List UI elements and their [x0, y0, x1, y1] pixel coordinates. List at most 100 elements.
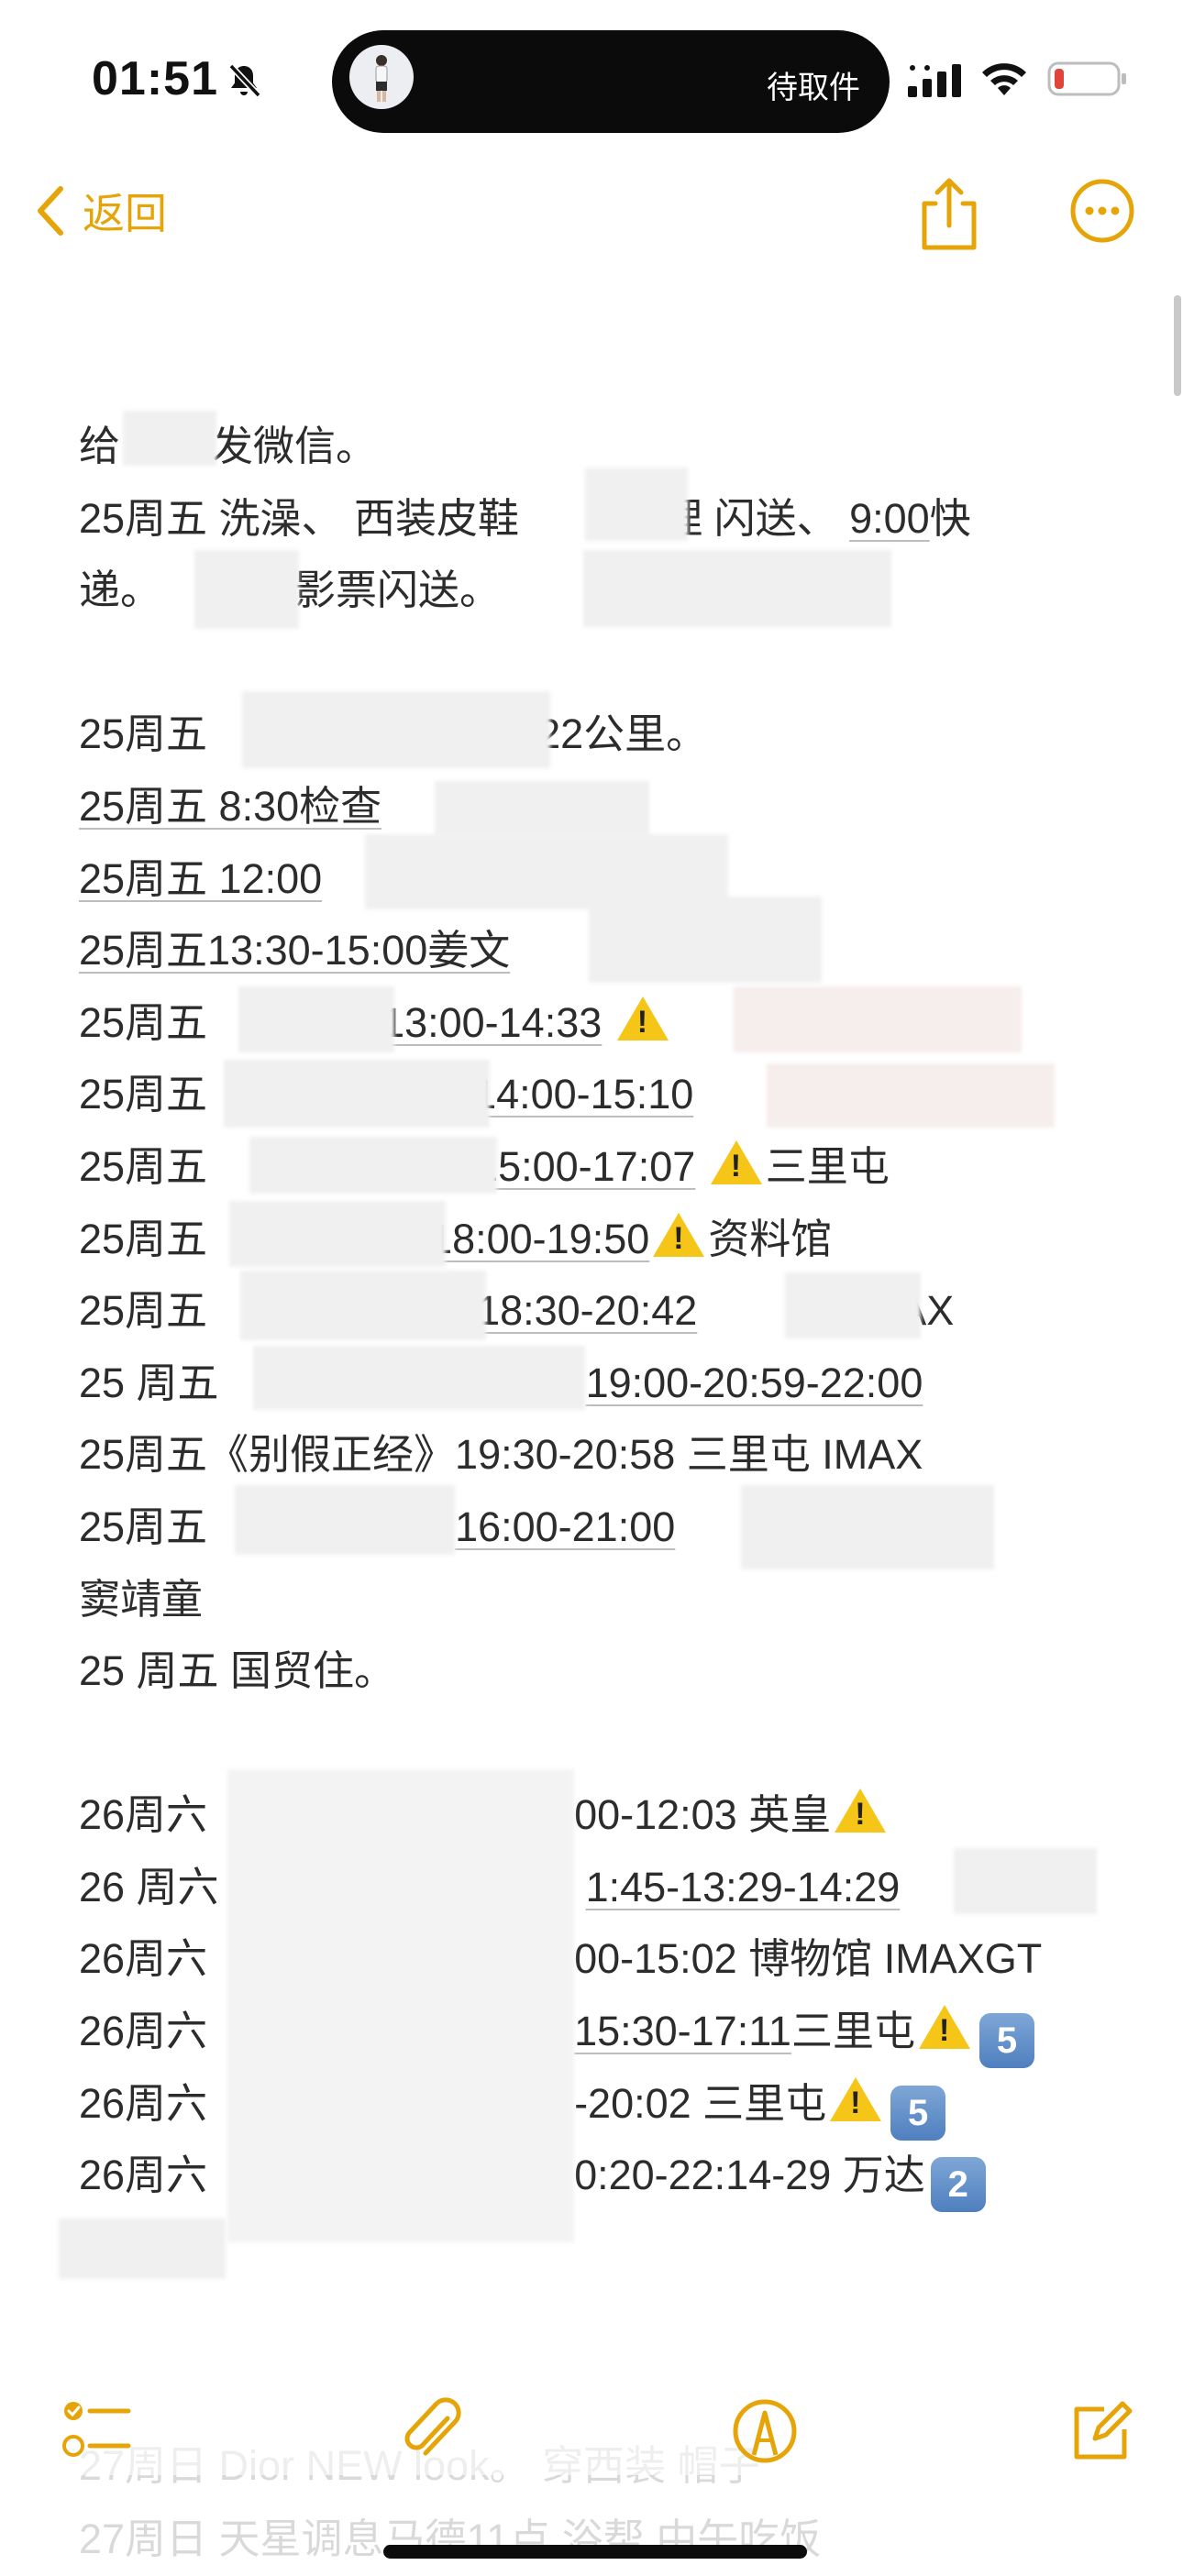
time-link[interactable]: 18:00-19:50: [429, 1216, 649, 1262]
avatar: [349, 45, 414, 109]
note-text: 25周五: [79, 1215, 208, 1262]
note-text: 00-15:02 博物馆 IMAXGT: [574, 1935, 1043, 1983]
redacted-block: [785, 1272, 921, 1338]
note-text: 26周六: [79, 1935, 208, 1983]
redacted-block: [194, 550, 299, 629]
battery-icon: [1047, 61, 1126, 96]
keycap-5-icon: 5: [890, 2085, 946, 2141]
back-label: 返回: [83, 190, 167, 237]
redacted-block: [59, 2218, 226, 2279]
status-time: 01:51: [92, 52, 218, 105]
redacted-block: [589, 897, 822, 983]
redacted-block: [240, 1271, 486, 1340]
redacted-block: [253, 1346, 585, 1410]
redacted-block: [249, 1137, 497, 1194]
wifi-icon: [982, 63, 1026, 95]
note-line: 25周五18:30-20:42IMAX: [79, 1275, 1106, 1348]
warning-icon: [710, 1139, 762, 1184]
note-line: 25周五《别假正经》19:30-20:58 三里屯 IMAX: [79, 1419, 1106, 1492]
redacted-block: [585, 468, 688, 541]
note-text: 25周五 洗澡、 西装皮鞋: [79, 494, 520, 542]
warning-icon: [616, 996, 669, 1040]
note-text: 资料馆: [708, 1215, 833, 1262]
keycap-5-icon: 5: [978, 2013, 1034, 2069]
note-text: 25 周五 国贸住。: [79, 1647, 396, 1695]
redacted-block: [238, 986, 394, 1052]
warning-icon: [830, 2076, 882, 2121]
checklist-icon[interactable]: [61, 2394, 134, 2468]
note-line: 25 周五 国贸住。: [79, 1635, 1106, 1708]
note-text: 26周六: [79, 2079, 208, 2127]
person-figure-icon: [375, 55, 388, 102]
share-icon[interactable]: [915, 176, 983, 253]
note-line: 25周五 22公里。: [79, 699, 1106, 771]
note-text: 25周五: [79, 1287, 208, 1335]
paperclip-icon[interactable]: [394, 2394, 468, 2468]
note-text: 26周六: [79, 1791, 208, 1839]
warning-icon: [918, 2005, 970, 2050]
note-text: 25周五: [79, 1142, 208, 1190]
warning-icon: [835, 1789, 887, 1833]
redacted-block: [242, 691, 550, 768]
note-text: 26周六: [79, 2152, 208, 2199]
note-text: 快: [929, 494, 971, 542]
note-text: -20:02 三里屯: [574, 2079, 827, 2127]
time-link[interactable]: 15:30-17:11: [574, 2008, 791, 2054]
note-text: 递。: [79, 567, 162, 614]
time-link[interactable]: 25周五13:30-15:00姜文: [79, 927, 510, 974]
keycap-2-icon: 2: [930, 2157, 986, 2213]
chevron-left-icon: [38, 186, 63, 236]
ellipsis-circle-icon[interactable]: [1069, 178, 1135, 244]
note-line: 25 周五 19:00-20:59-22:00: [79, 1348, 1106, 1420]
time-link[interactable]: 25周五 8:30检查: [79, 783, 381, 830]
note-text: 26周六: [79, 2008, 208, 2055]
note-text: 22公里。: [537, 710, 708, 758]
note-text: 25周五《别假正经》19:30-20:58 三里屯 IMAX: [79, 1431, 923, 1479]
cellular-signal-icon: [908, 64, 961, 97]
note-text: 26 周六: [79, 1863, 219, 1910]
note-text: 25周五: [79, 710, 208, 758]
redacted-block: [123, 411, 216, 466]
time-link[interactable]: 14:00-15:10: [473, 1071, 693, 1117]
time-link[interactable]: 15:00-17:07: [475, 1143, 695, 1190]
time-link[interactable]: 1:45-13:29-14:29: [586, 1864, 901, 1910]
redacted-block: [229, 1201, 446, 1267]
island-label: 待取件: [767, 71, 860, 105]
note-text: 25 周五: [79, 1359, 219, 1406]
note-text: 25周五: [79, 1071, 208, 1118]
compose-icon[interactable]: [1064, 2394, 1137, 2468]
warning-icon: [653, 1212, 705, 1257]
redacted-block: [224, 1060, 490, 1128]
back-button[interactable]: 返回: [33, 174, 167, 248]
note-text: 0:20-22:14-29 万达: [574, 2152, 925, 2199]
preview-line: 27周日 天星调息马德11点 浴帮 中午吃饭: [79, 2515, 822, 2562]
note-text: 三里屯: [765, 1142, 890, 1190]
note-text: 25周五: [79, 998, 208, 1046]
redacted-block: [741, 1485, 994, 1569]
time-link[interactable]: 18:30-20:42: [477, 1287, 697, 1334]
note-line: 窦靖童: [79, 1564, 1106, 1636]
note-line: 25周五 15:00-17:07 三里屯: [79, 1131, 1106, 1204]
note-text: 窦靖童: [79, 1575, 204, 1623]
scroll-indicator[interactable]: [1174, 295, 1181, 396]
silent-bell-icon: [228, 63, 261, 98]
time-link[interactable]: 13:00-14:33: [381, 999, 602, 1046]
home-indicator[interactable]: [383, 2545, 807, 2559]
note-text: 25周五: [79, 1503, 208, 1550]
note-text: 发微信。: [212, 423, 378, 469]
redacted-block: [734, 986, 1022, 1052]
time-link[interactable]: 25周五 12:00: [79, 855, 322, 902]
time-link[interactable]: 19:00-20:59-22:00: [586, 1360, 923, 1406]
time-link[interactable]: 9:00: [849, 495, 930, 542]
bottom-toolbar: [0, 2374, 1183, 2475]
redacted-block: [583, 550, 891, 627]
note-text: 三里屯: [791, 2008, 915, 2055]
markup-pen-icon[interactable]: [728, 2394, 802, 2468]
redacted-block: [767, 1063, 1055, 1128]
note-text: 00-12:03 英皇: [574, 1791, 832, 1839]
time-link[interactable]: 16:00-21:00: [455, 1503, 675, 1550]
redacted-block: [235, 1485, 455, 1555]
redacted-block: [227, 1769, 574, 2242]
note-text: 给: [79, 423, 121, 469]
